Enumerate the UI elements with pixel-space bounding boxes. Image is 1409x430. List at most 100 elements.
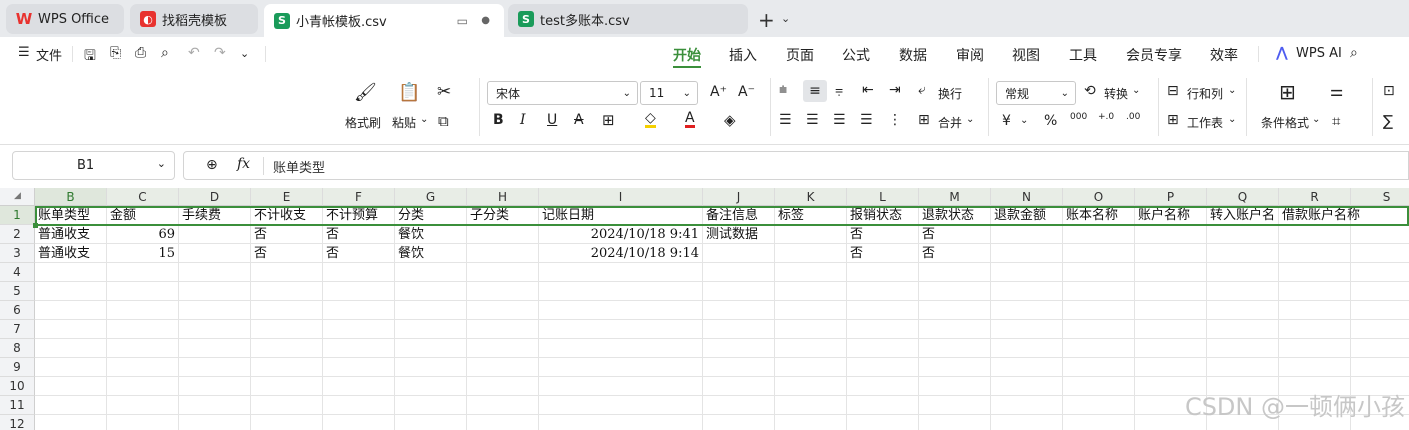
table-cell[interactable]: 普通收支 [35, 225, 107, 244]
table-cell[interactable] [991, 377, 1063, 396]
table-cell[interactable] [919, 377, 991, 396]
tab-wps-office[interactable]: W WPS Office [6, 4, 124, 34]
table-cell[interactable] [1063, 301, 1135, 320]
header-cell[interactable]: 标签 [775, 206, 847, 225]
table-cell[interactable] [991, 396, 1063, 415]
column-header-C[interactable]: C [107, 188, 179, 206]
file-menu[interactable]: 文件 [36, 45, 62, 64]
table-cell[interactable] [467, 301, 539, 320]
table-cell[interactable] [179, 301, 251, 320]
table-cell[interactable] [1135, 282, 1207, 301]
table-cell[interactable] [539, 263, 703, 282]
table-cell[interactable] [1135, 301, 1207, 320]
table-cell[interactable] [539, 339, 703, 358]
table-cell[interactable] [703, 415, 775, 430]
header-cell[interactable]: 记账日期 [539, 206, 703, 225]
table-cell[interactable] [467, 377, 539, 396]
header-cell[interactable]: 金额 [107, 206, 179, 225]
table-cell[interactable] [251, 282, 323, 301]
header-cell[interactable]: 手续费 [179, 206, 251, 225]
table-cell[interactable] [1279, 301, 1351, 320]
table-cell[interactable] [1351, 320, 1409, 339]
row-header-7[interactable]: 7 [0, 320, 35, 339]
worksheet-chevron-icon[interactable]: ⌄ [1228, 114, 1236, 125]
align-center-icon[interactable]: ☰ [806, 112, 819, 128]
table-cell[interactable] [35, 377, 107, 396]
table-cell[interactable]: 否 [251, 244, 323, 263]
column-header-D[interactable]: D [179, 188, 251, 206]
row-header-12[interactable]: 12 [0, 415, 35, 430]
table-cell[interactable] [179, 263, 251, 282]
redo-icon[interactable]: ↷ [214, 45, 226, 61]
table-cell[interactable] [1279, 282, 1351, 301]
header-cell[interactable]: 账户名称 [1135, 206, 1207, 225]
table-cell[interactable] [107, 339, 179, 358]
column-header-Q[interactable]: Q [1207, 188, 1279, 206]
wps-ai-button[interactable]: WPS AI [1296, 46, 1342, 61]
column-header-K[interactable]: K [775, 188, 847, 206]
table-cell[interactable] [775, 244, 847, 263]
table-cell[interactable] [847, 301, 919, 320]
wrap-text-button[interactable]: 换行 [938, 85, 962, 102]
table-cell[interactable] [179, 377, 251, 396]
header-cell[interactable]: 备注信息 [703, 206, 775, 225]
table-cell[interactable] [1351, 225, 1409, 244]
table-cell[interactable] [703, 358, 775, 377]
row-header-4[interactable]: 4 [0, 263, 35, 282]
table-cell[interactable] [467, 263, 539, 282]
table-cell[interactable] [35, 339, 107, 358]
column-header-F[interactable]: F [323, 188, 395, 206]
table-cell[interactable] [991, 282, 1063, 301]
table-cell[interactable] [539, 358, 703, 377]
print-preview-icon[interactable]: ⌕ [161, 45, 169, 61]
justify-icon[interactable]: ☰ [860, 112, 873, 128]
column-header-G[interactable]: G [395, 188, 467, 206]
fill-handle[interactable] [33, 223, 38, 228]
sum-icon[interactable]: ∑ [1383, 112, 1393, 130]
fill-color-icon[interactable]: ◇ [645, 111, 656, 128]
tab-xiaoqing-csv[interactable]: S 小青帐模板.csv ▭ ● [264, 4, 504, 37]
table-cell[interactable] [919, 301, 991, 320]
table-cell[interactable] [775, 282, 847, 301]
table-cell[interactable] [395, 301, 467, 320]
export-icon[interactable]: ⎘ [110, 45, 121, 61]
number-format-select[interactable]: 常规 ⌄ [996, 81, 1076, 105]
table-cell[interactable] [1063, 377, 1135, 396]
thousands-button[interactable]: 000 [1070, 112, 1087, 122]
percent-button[interactable]: % [1044, 113, 1057, 129]
table-cell[interactable]: 2024/10/18 9:41 [539, 225, 703, 244]
column-header-E[interactable]: E [251, 188, 323, 206]
table-cell[interactable]: 否 [323, 225, 395, 244]
table-cell[interactable] [251, 339, 323, 358]
bold-icon[interactable]: B [493, 112, 504, 128]
table-cell[interactable] [539, 320, 703, 339]
header-cell[interactable]: 报销状态 [847, 206, 919, 225]
distribute-icon[interactable]: ⋮ [888, 112, 902, 128]
table-cell[interactable] [395, 320, 467, 339]
table-cell[interactable] [107, 263, 179, 282]
zoom-icon[interactable]: ⊕ [206, 157, 218, 173]
table-cell[interactable] [991, 415, 1063, 430]
table-cell[interactable] [251, 396, 323, 415]
table-cell[interactable] [539, 282, 703, 301]
table-cell[interactable] [991, 320, 1063, 339]
table-cell[interactable]: 15 [107, 244, 179, 263]
header-cell[interactable]: 转入账户名 [1207, 206, 1279, 225]
table-cell[interactable] [1063, 263, 1135, 282]
table-cell[interactable] [467, 339, 539, 358]
increase-indent-icon[interactable]: ⇥ [889, 82, 901, 98]
table-cell[interactable] [703, 377, 775, 396]
table-cell[interactable] [703, 282, 775, 301]
header-cell[interactable]: 不计预算 [323, 206, 395, 225]
table-cell[interactable] [179, 339, 251, 358]
convert-button[interactable]: 转换 [1104, 85, 1128, 102]
table-cell[interactable] [991, 358, 1063, 377]
table-cell[interactable] [35, 282, 107, 301]
worksheet-button[interactable]: 工作表 [1187, 114, 1223, 131]
table-cell[interactable] [1207, 282, 1279, 301]
conditional-format-button[interactable]: 条件格式 [1261, 114, 1309, 131]
table-cell[interactable] [251, 263, 323, 282]
align-bottom-icon[interactable]: ⩦ [835, 82, 843, 98]
row-header-5[interactable]: 5 [0, 282, 35, 301]
table-cell[interactable] [775, 339, 847, 358]
